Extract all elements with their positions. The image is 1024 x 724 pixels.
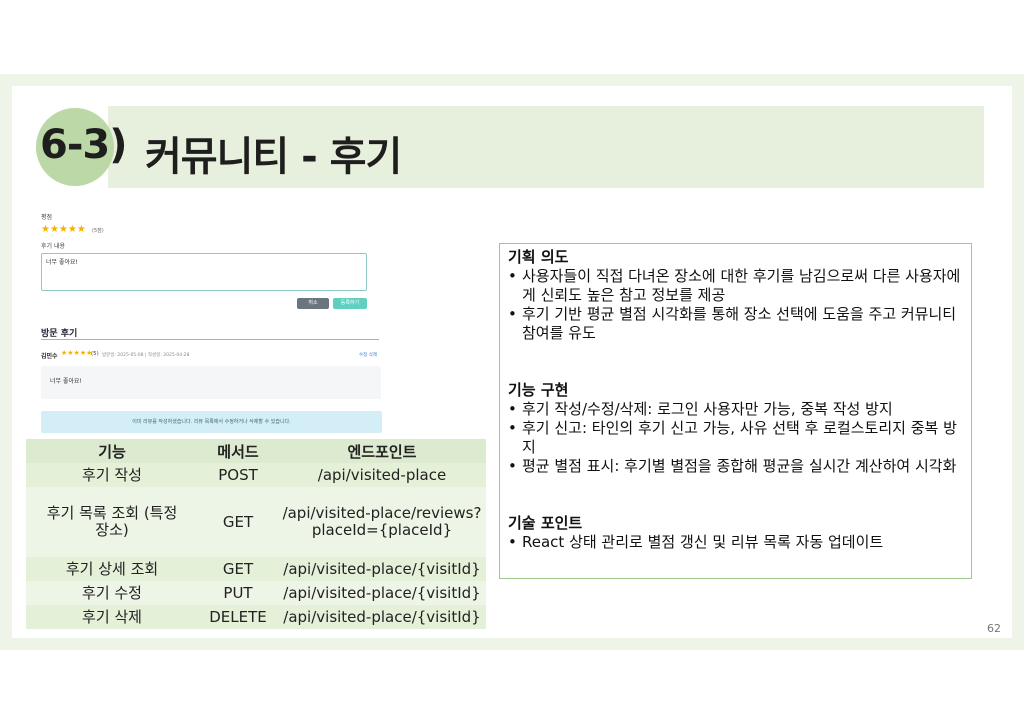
list-item: • 후기 신고: 타인의 후기 신고 가능, 사유 선택 후 로컬스토리지 중복 … (508, 419, 957, 456)
page-title: 커뮤니티 - 후기 (145, 134, 402, 180)
rating-stars[interactable]: ★★★★★ (41, 224, 86, 235)
list-item: • 후기 작성/수정/삭제: 로그인 사용자만 가능, 중복 작성 방지 (508, 400, 893, 418)
list-item: • 사용자들이 직접 다녀온 장소에 대한 후기를 남김으로써 다른 사용자에게 … (508, 267, 961, 304)
cell-endpoint: /api/visited-place/{visitId} (278, 605, 486, 629)
implementation-title: 기능 구현 (508, 381, 569, 399)
review-stars: ★★★★★ (61, 349, 93, 357)
cell-method: GET (198, 557, 278, 581)
cell-feature: 후기 목록 조회 (특정 장소) (26, 487, 198, 557)
review-body: 너무 좋아요! (41, 366, 381, 399)
cell-method: POST (198, 463, 278, 487)
list-item: • React 상태 관리로 별점 갱신 및 리뷰 목록 자동 업데이트 (508, 533, 884, 551)
already-reviewed-notice: 이미 리뷰를 작성하셨습니다. 리뷰 목록에서 수정하거나 삭제할 수 있습니다… (41, 411, 382, 433)
header-feature: 기능 (26, 439, 198, 463)
cell-method: PUT (198, 581, 278, 605)
cell-method: DELETE (198, 605, 278, 629)
list-item: • 평균 별점 표시: 후기별 별점을 종합해 평균을 실시간 계산하여 시각화 (508, 457, 957, 475)
reviewer-name: 김민수 (41, 353, 58, 360)
table-row: 후기 목록 조회 (특정 장소) GET /api/visited-place/… (26, 487, 486, 557)
cell-feature: 후기 상세 조회 (26, 557, 198, 581)
list-item: • 후기 기반 평균 별점 시각화를 통해 장소 선택에 도움을 주고 커뮤니티 … (508, 305, 957, 342)
cell-method: GET (198, 487, 278, 557)
cell-endpoint: /api/visited-place/reviews?placeId={plac… (278, 487, 486, 557)
plan-intent-title: 기획 의도 (508, 248, 569, 266)
review-edit-delete-links[interactable]: 수정 삭제 (359, 352, 377, 358)
rating-label: 평점 (41, 214, 53, 221)
table-row: 후기 삭제 DELETE /api/visited-place/{visitId… (26, 605, 486, 629)
visit-reviews-title: 방문 후기 (41, 329, 78, 339)
cell-feature: 후기 삭제 (26, 605, 198, 629)
cell-feature: 후기 수정 (26, 581, 198, 605)
cell-endpoint: /api/visited-place/{visitId} (278, 581, 486, 605)
rating-count: (5점) (92, 228, 104, 234)
content-label: 후기 내용 (41, 243, 65, 250)
header-method: 메서드 (198, 439, 278, 463)
table-row: 후기 수정 PUT /api/visited-place/{visitId} (26, 581, 486, 605)
cell-endpoint: /api/visited-place (278, 463, 486, 487)
review-form-screenshot: 평점 ★★★★★ (5점) 후기 내용 너무 좋아요! 취소 등록하기 방문 후… (32, 206, 382, 438)
api-endpoint-table: 기능 메서드 엔드포인트 후기 작성 POST /api/visited-pla… (26, 439, 486, 629)
review-score: (5) (91, 351, 99, 357)
cancel-button[interactable]: 취소 (297, 298, 329, 309)
divider (41, 339, 379, 340)
table-row: 후기 상세 조회 GET /api/visited-place/{visitId… (26, 557, 486, 581)
info-box: 기획 의도 • 사용자들이 직접 다녀온 장소에 대한 후기를 남김으로써 다른 … (499, 243, 972, 579)
page-number: 62 (987, 622, 1001, 635)
table-row: 후기 작성 POST /api/visited-place (26, 463, 486, 487)
review-meta: 방문일: 2025-05-08 | 작성일: 2025-04-28 (102, 353, 190, 358)
cell-endpoint: /api/visited-place/{visitId} (278, 557, 486, 581)
header-endpoint: 엔드포인트 (278, 439, 486, 463)
section-number: 6-3) (40, 122, 128, 168)
cell-feature: 후기 작성 (26, 463, 198, 487)
tech-points-title: 기술 포인트 (508, 514, 583, 532)
review-content-input[interactable]: 너무 좋아요! (41, 253, 367, 291)
submit-button[interactable]: 등록하기 (333, 298, 367, 309)
